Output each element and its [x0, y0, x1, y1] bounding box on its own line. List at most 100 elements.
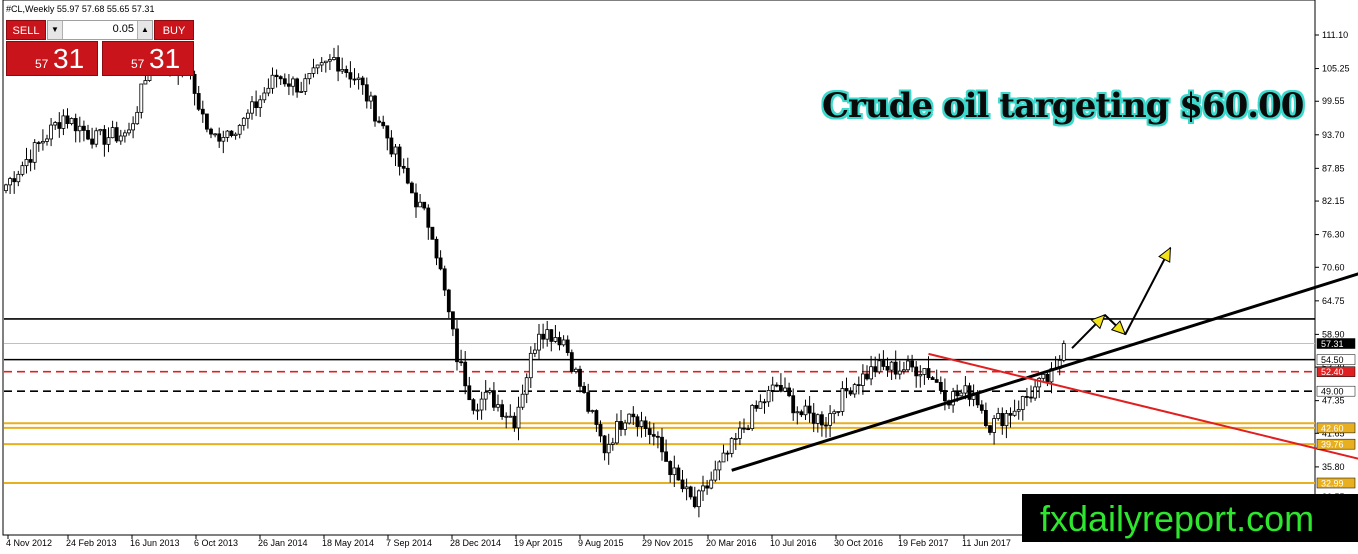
candle-body: [541, 333, 545, 340]
candle-body: [861, 373, 865, 386]
candle-body: [528, 352, 533, 379]
candle-body: [774, 384, 779, 387]
candle-body: [295, 78, 300, 93]
y-tick-label: 111.10: [1322, 30, 1348, 40]
x-tick-label: 20 Mar 2016: [706, 538, 757, 548]
candle-body: [725, 452, 730, 455]
candle-body: [303, 78, 308, 92]
candle-body: [1029, 396, 1033, 399]
candle-body: [750, 405, 755, 430]
candle-body: [582, 385, 586, 393]
candle-body: [713, 469, 718, 481]
candle-body: [414, 192, 418, 208]
candle-body: [561, 339, 566, 346]
candle-body: [721, 452, 726, 463]
x-tick-label: 28 Dec 2014: [450, 538, 501, 548]
buy-price-button[interactable]: 57 31: [102, 41, 194, 76]
candle-body: [8, 178, 13, 186]
sell-price-small: 57: [35, 57, 49, 71]
candle-body: [1012, 410, 1017, 416]
candle-body: [393, 146, 398, 155]
lot-increase-icon[interactable]: ▲: [137, 21, 152, 39]
candle-body: [807, 405, 812, 414]
candle-body: [578, 368, 582, 387]
candle-body: [438, 257, 443, 270]
candle-body: [139, 83, 144, 113]
candle-body: [82, 125, 86, 131]
buy-button[interactable]: BUY: [154, 20, 194, 40]
candle-body: [45, 138, 49, 142]
candle-body: [910, 360, 914, 368]
candle-body: [86, 130, 90, 140]
candle-body: [229, 130, 234, 136]
brand-text: fxdailyreport.com: [1040, 498, 1315, 539]
x-tick-label: 4 Nov 2012: [6, 538, 52, 548]
candle-body: [664, 451, 668, 462]
candle-body: [381, 121, 386, 127]
candle-body: [282, 78, 287, 85]
candle-body: [286, 83, 291, 87]
y-tick-label: 70.60: [1322, 262, 1345, 272]
candle-body: [405, 167, 410, 184]
buy-price-big: 31: [149, 43, 181, 74]
candle-body: [459, 361, 464, 364]
candle-body: [746, 428, 750, 431]
candle-body: [467, 385, 472, 401]
x-tick-label: 7 Sep 2014: [386, 538, 432, 548]
candle-body: [701, 485, 705, 492]
candle-body: [733, 438, 738, 440]
level-price-label: 39.76: [1321, 440, 1344, 450]
candle-body: [938, 381, 943, 391]
candle-body: [524, 377, 529, 395]
candle-body: [943, 390, 947, 402]
y-tick-label: 99.55: [1322, 96, 1345, 106]
candle-body: [118, 135, 123, 142]
candle-body: [278, 76, 283, 80]
candle-body: [873, 366, 878, 373]
candle-body: [569, 352, 574, 372]
candle-body: [299, 91, 304, 93]
candle-body: [623, 422, 627, 430]
lot-size-field[interactable]: ▼ 0.05 ▲: [47, 20, 153, 40]
candle-body: [881, 360, 886, 367]
candle-body: [729, 438, 734, 454]
candle-body: [266, 87, 271, 94]
candle-body: [409, 182, 414, 194]
candle-body: [20, 165, 25, 175]
candle-body: [627, 413, 632, 424]
lot-decrease-icon[interactable]: ▼: [48, 21, 63, 39]
candle-body: [4, 184, 8, 192]
candle-body: [811, 412, 816, 424]
price-chart[interactable]: 111.10 105.25 99.55 93.70 87.85 82.15 76.30 70.…: [0, 0, 1358, 554]
candle-body: [848, 390, 853, 395]
candle-body: [1045, 373, 1050, 383]
level-price-label: 52.40: [1321, 367, 1344, 377]
sell-price-big: 31: [53, 43, 85, 74]
candle-body: [598, 424, 603, 437]
candle-body: [906, 360, 910, 371]
candle-body: [1016, 409, 1021, 412]
sell-button[interactable]: SELL: [6, 20, 46, 40]
candle-body: [656, 435, 660, 438]
candle-body: [918, 374, 923, 377]
candle-body: [787, 387, 791, 397]
candle-body: [77, 125, 82, 132]
brand-banner: fxdailyreport.com: [1022, 494, 1358, 542]
one-click-trade-panel: SELL ▼ 0.05 ▲ BUY 57 31 57 31: [6, 20, 194, 76]
candle-body: [869, 366, 873, 380]
candle-body: [360, 77, 365, 86]
candle-body: [270, 74, 275, 89]
x-tick-label: 10 Jul 2016: [770, 538, 817, 548]
candle-body: [651, 434, 656, 437]
candle-body: [123, 132, 127, 137]
candle-body: [639, 420, 644, 427]
sell-price-button[interactable]: 57 31: [6, 41, 98, 76]
candle-body: [742, 427, 746, 430]
candle-body: [836, 411, 841, 413]
x-tick-label: 6 Oct 2013: [194, 538, 238, 548]
lot-size-value[interactable]: 0.05: [113, 23, 134, 35]
candle-body: [209, 128, 213, 135]
candle-body: [889, 361, 894, 371]
candle-body: [483, 391, 488, 400]
candle-body: [697, 490, 701, 508]
